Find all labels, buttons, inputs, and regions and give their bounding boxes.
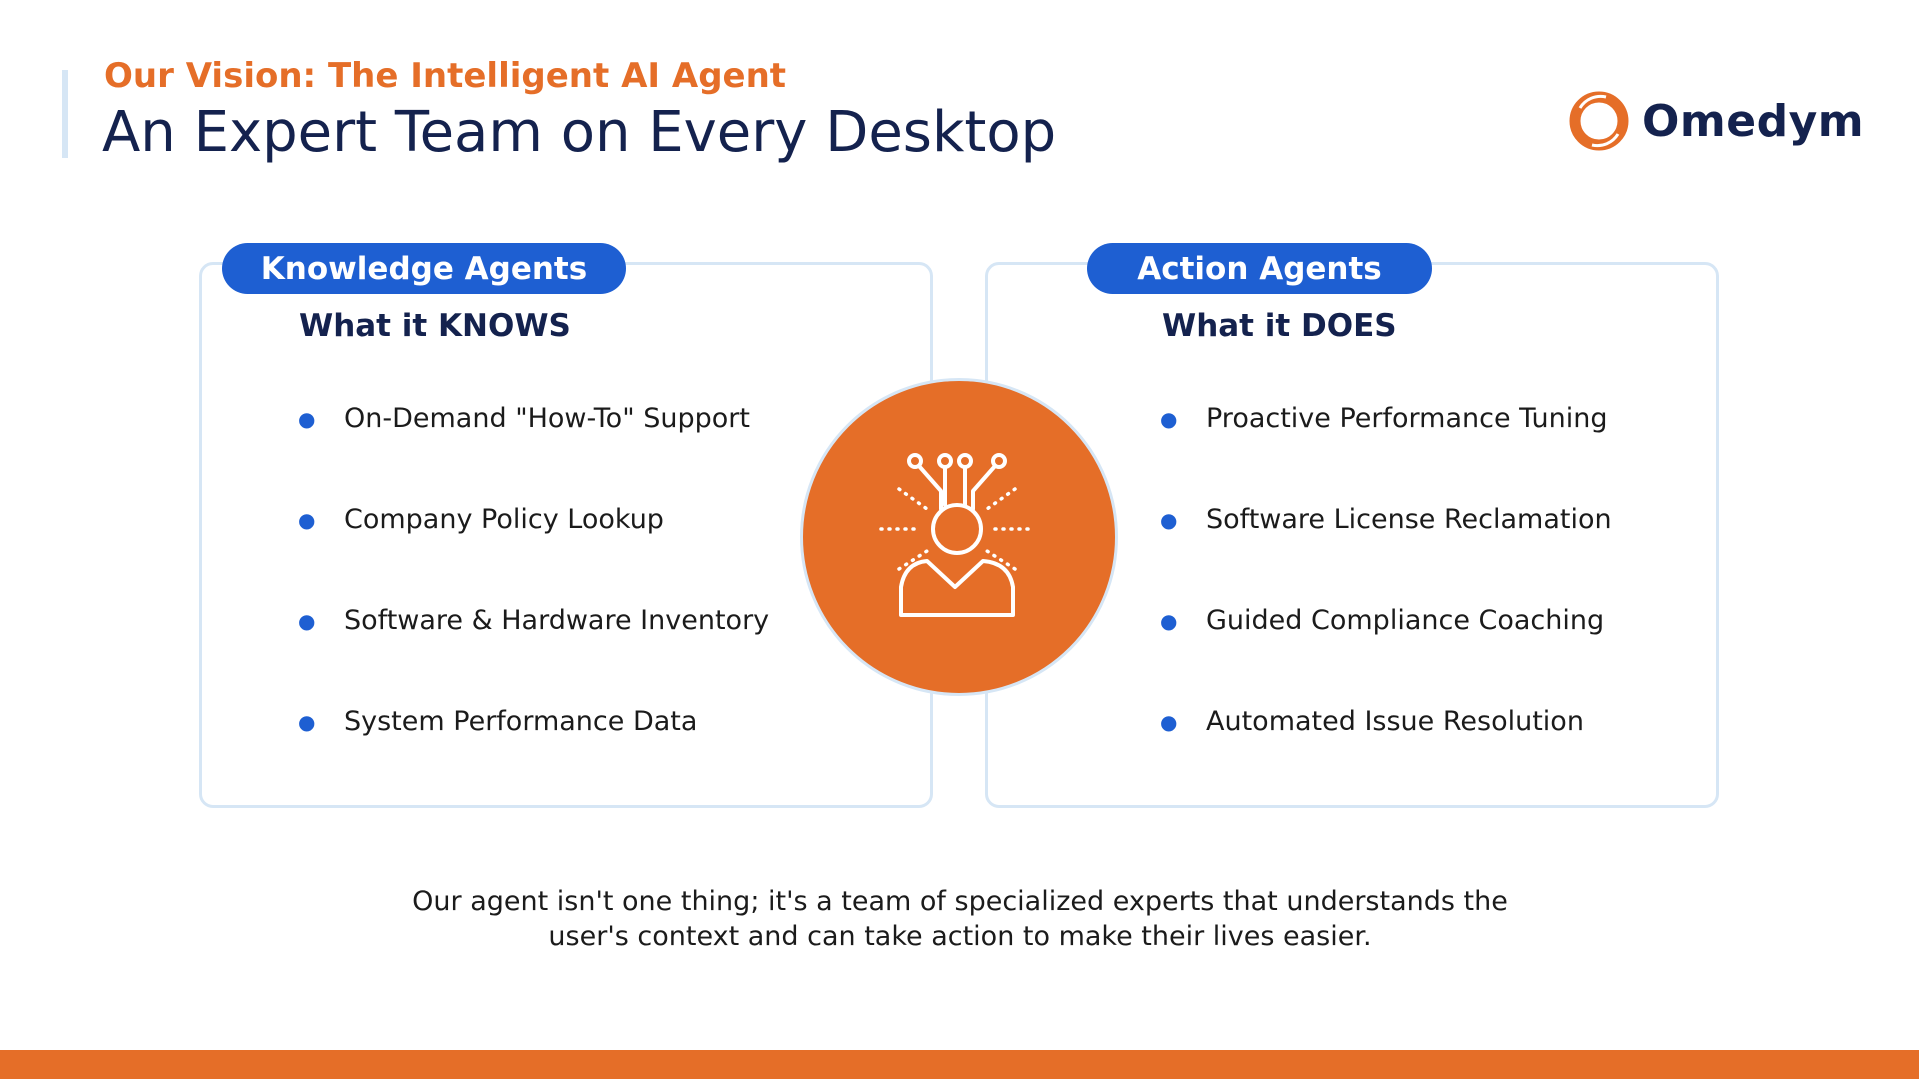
list-item: ● On-Demand "How-To" Support xyxy=(298,398,769,499)
list-item: ● System Performance Data xyxy=(298,701,769,802)
ai-agent-badge xyxy=(800,378,1118,696)
list-item: ● Software License Reclamation xyxy=(1160,499,1612,600)
bullet-icon: ● xyxy=(298,609,316,633)
caption-line: Our agent isn't one thing; it's a team o… xyxy=(412,886,1508,917)
knowledge-list: ● On-Demand "How-To" Support ● Company Pol… xyxy=(298,398,769,802)
action-subhead: What it DOES xyxy=(1162,308,1397,344)
bullet-icon: ● xyxy=(298,508,316,532)
bullet-icon: ● xyxy=(1160,609,1178,633)
ai-agent-person-icon xyxy=(879,453,1037,617)
knowledge-agents-pill: Knowledge Agents xyxy=(222,243,626,294)
list-item: ● Automated Issue Resolution xyxy=(1160,701,1612,802)
list-item-text: Proactive Performance Tuning xyxy=(1206,403,1608,434)
title-accent-bar xyxy=(62,70,68,158)
company-logo: Omedym xyxy=(1566,88,1864,154)
action-list: ● Proactive Performance Tuning ● Software … xyxy=(1160,398,1612,802)
list-item-text: Company Policy Lookup xyxy=(344,504,664,535)
list-item-text: Guided Compliance Coaching xyxy=(1206,605,1605,636)
list-item: ● Proactive Performance Tuning xyxy=(1160,398,1612,499)
bullet-icon: ● xyxy=(1160,710,1178,734)
list-item: ● Guided Compliance Coaching xyxy=(1160,600,1612,701)
caption-line: user's context and can take action to ma… xyxy=(548,921,1372,952)
list-item: ● Software & Hardware Inventory xyxy=(298,600,769,701)
footer-bar xyxy=(0,1050,1919,1079)
bullet-icon: ● xyxy=(1160,407,1178,431)
list-item-text: Software & Hardware Inventory xyxy=(344,605,770,636)
knowledge-subhead: What it KNOWS xyxy=(299,308,571,344)
list-item: ● Company Policy Lookup xyxy=(298,499,769,600)
summary-caption: Our agent isn't one thing; it's a team o… xyxy=(360,884,1560,954)
page-title: An Expert Team on Every Desktop xyxy=(102,100,1057,165)
logo-text: Omedym xyxy=(1642,95,1865,147)
action-agents-pill: Action Agents xyxy=(1087,243,1432,294)
bullet-icon: ● xyxy=(298,710,316,734)
bullet-icon: ● xyxy=(1160,508,1178,532)
omedym-ring-icon xyxy=(1569,91,1629,151)
list-item-text: System Performance Data xyxy=(344,706,698,737)
bullet-icon: ● xyxy=(298,407,316,431)
eyebrow-heading: Our Vision: The Intelligent AI Agent xyxy=(104,56,787,96)
list-item-text: Automated Issue Resolution xyxy=(1206,706,1584,737)
list-item-text: Software License Reclamation xyxy=(1206,504,1612,535)
list-item-text: On-Demand "How-To" Support xyxy=(344,403,750,434)
